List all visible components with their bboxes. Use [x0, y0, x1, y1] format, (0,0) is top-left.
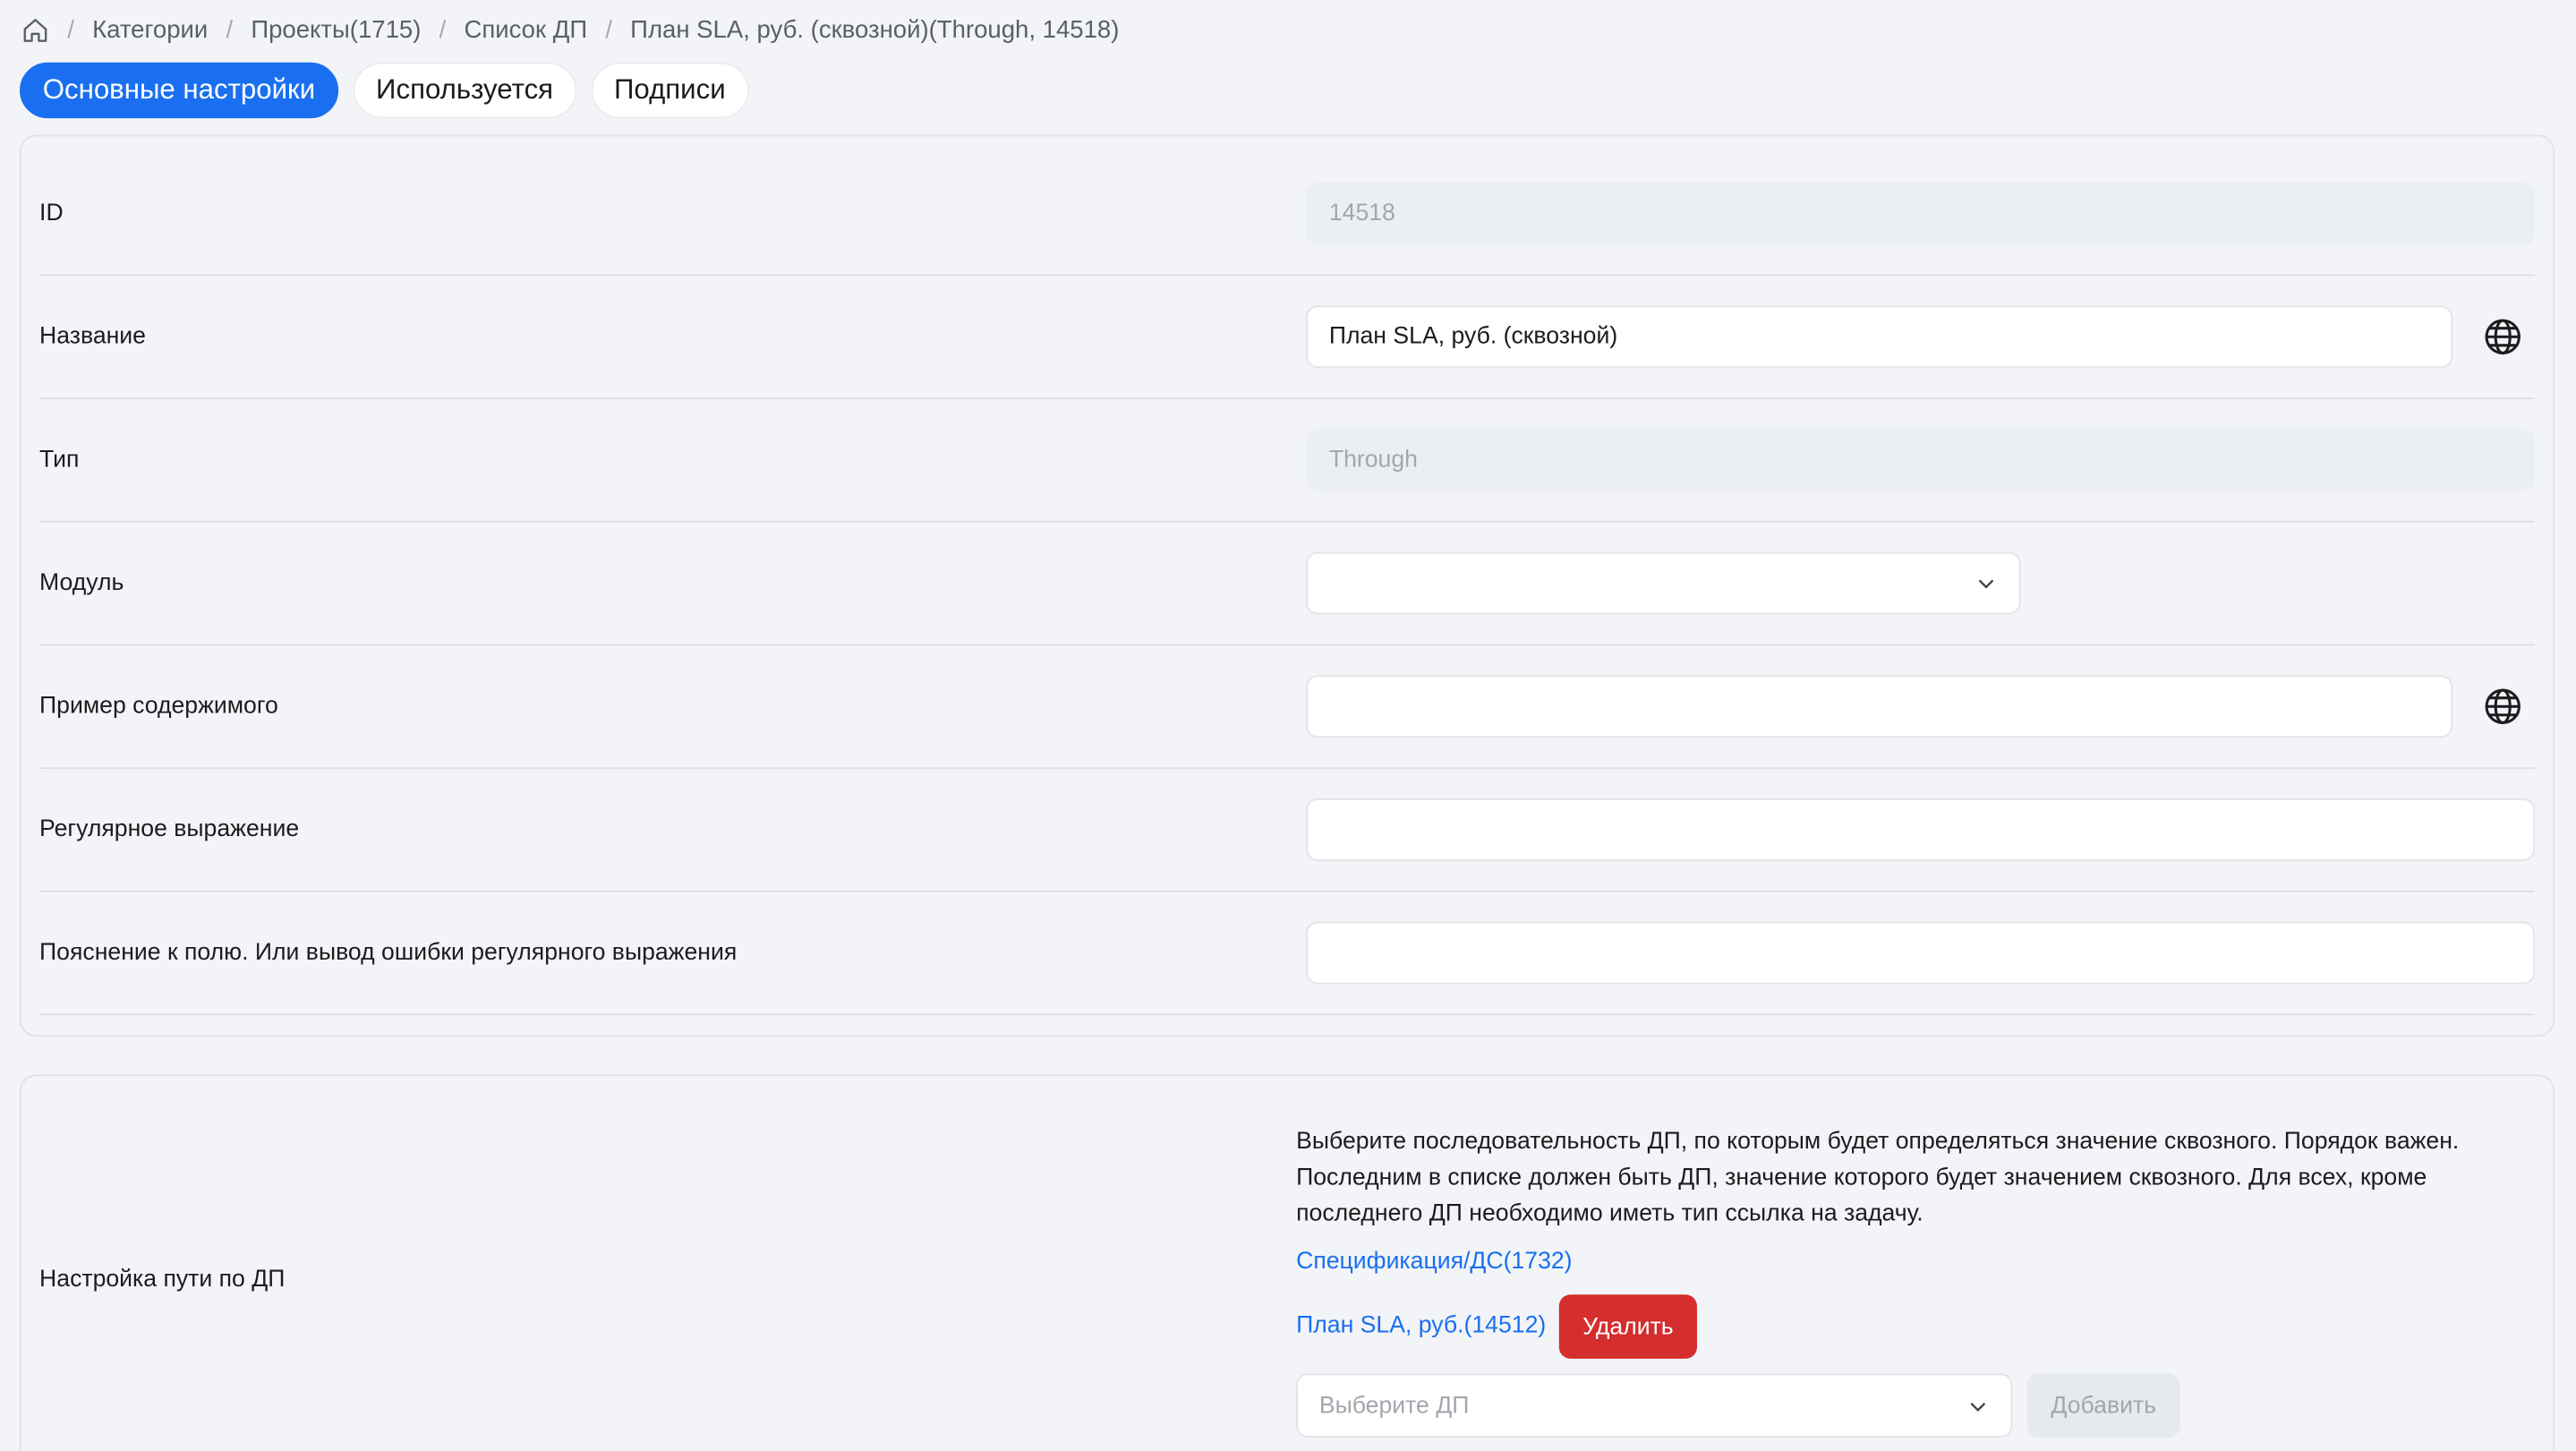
row-name: Название План SLA, руб. (сквозной): [39, 276, 2536, 400]
name-input[interactable]: План SLA, руб. (сквозной): [1306, 305, 2453, 369]
path-label: Настройка пути по ДП: [39, 1267, 286, 1293]
row-regex: Регулярное выражение: [39, 769, 2536, 892]
hint-input[interactable]: [1306, 921, 2536, 985]
breadcrumb-categories[interactable]: Категории: [92, 15, 208, 43]
globe-icon[interactable]: [2482, 316, 2523, 357]
breadcrumb-separator: /: [605, 15, 612, 44]
module-label: Модуль: [39, 569, 124, 597]
regex-input[interactable]: [1306, 798, 2536, 861]
row-module: Модуль: [39, 523, 2536, 646]
example-input[interactable]: [1306, 675, 2453, 738]
breadcrumb-current: План SLA, руб. (сквозной)(Through, 14518…: [630, 15, 1120, 44]
add-button[interactable]: Добавить: [2026, 1373, 2180, 1438]
type-field: Through: [1306, 429, 2536, 491]
dp-select[interactable]: Выберите ДП: [1296, 1373, 2013, 1438]
tab-main-settings[interactable]: Основные настройки: [20, 62, 338, 119]
home-icon[interactable]: [20, 15, 49, 45]
page: / Категории / Проекты(1715) / Список ДП …: [0, 0, 2576, 1451]
path-link-sla-plan[interactable]: План SLA, руб.(14512): [1296, 1312, 1546, 1338]
breadcrumb: / Категории / Проекты(1715) / Список ДП …: [20, 13, 1119, 47]
row-id: ID 14518: [39, 153, 2536, 277]
globe-icon[interactable]: [2482, 686, 2523, 727]
row-example: Пример содержимого: [39, 645, 2536, 769]
path-link-specification[interactable]: Спецификация/ДС(1732): [1296, 1249, 1572, 1275]
example-label: Пример содержимого: [39, 693, 278, 720]
breadcrumb-projects[interactable]: Проекты(1715): [251, 15, 421, 43]
row-type: Тип Through: [39, 399, 2536, 523]
module-select[interactable]: [1306, 551, 2021, 615]
path-settings-card: Настройка пути по ДП Выберите последоват…: [20, 1074, 2555, 1451]
tabs: Основные настройки Используется Подписи: [20, 62, 749, 119]
id-field: 14518: [1306, 182, 2536, 245]
breadcrumb-separator: /: [439, 15, 447, 44]
breadcrumb-separator: /: [226, 15, 234, 44]
main-settings-card: ID 14518 Название План SLA, руб. (сквозн…: [20, 134, 2555, 1037]
row-hint: Пояснение к полю. Или вывод ошибки регул…: [39, 892, 2536, 1016]
chevron-down-icon: [1975, 572, 1998, 595]
type-label: Тип: [39, 447, 80, 474]
chevron-down-icon: [1966, 1394, 1990, 1417]
breadcrumb-separator: /: [67, 15, 74, 44]
regex-label: Регулярное выражение: [39, 816, 300, 843]
id-label: ID: [39, 200, 64, 227]
tab-signatures[interactable]: Подписи: [591, 62, 749, 119]
tab-used[interactable]: Используется: [353, 62, 576, 119]
name-label: Название: [39, 323, 146, 350]
dp-select-placeholder: Выберите ДП: [1318, 1392, 1470, 1419]
path-description: Выберите последовательность ДП, по котор…: [1296, 1128, 2460, 1228]
hint-label: Пояснение к полю. Или вывод ошибки регул…: [39, 939, 738, 967]
delete-button[interactable]: Удалить: [1558, 1294, 1697, 1359]
breadcrumb-dp-list[interactable]: Список ДП: [464, 15, 587, 43]
